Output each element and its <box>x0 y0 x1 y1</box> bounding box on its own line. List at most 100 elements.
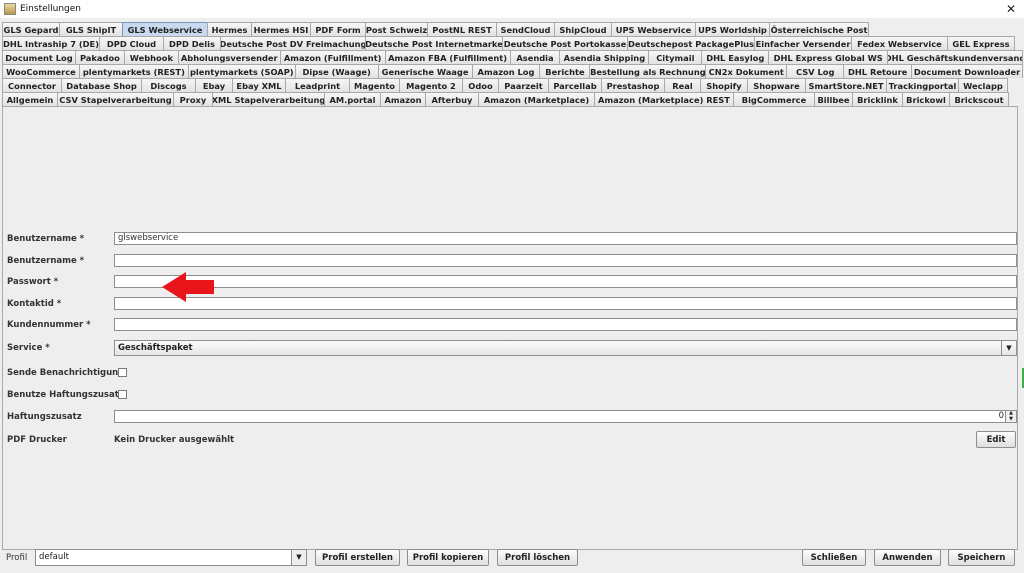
tab-amazon-marketplace-rest[interactable]: Amazon (Marketplace) REST <box>594 92 734 106</box>
tab-parcellab[interactable]: Parcellab <box>548 78 602 92</box>
tab-amazon-fba-fulfillment[interactable]: Amazon FBA (Fulfillment) <box>384 50 511 64</box>
benutzername-input-2[interactable] <box>114 254 1017 267</box>
schliessen-button[interactable]: Schließen <box>802 549 866 566</box>
tab-asendia[interactable]: Asendia <box>509 50 561 64</box>
tab-billbee[interactable]: Billbee <box>814 92 853 106</box>
tab-connector[interactable]: Connector <box>2 78 62 92</box>
chevron-down-icon[interactable]: ▼ <box>291 550 306 565</box>
tab-am-portal[interactable]: AM.portal <box>324 92 381 106</box>
tab-pakadoo[interactable]: Pakadoo <box>74 50 125 64</box>
tab-dpd-cloud[interactable]: DPD Cloud <box>99 36 164 50</box>
tab-dpd-delis[interactable]: DPD Delis <box>163 36 221 50</box>
tab-brickscout[interactable]: Brickscout <box>949 92 1009 106</box>
tab-berichte[interactable]: Berichte <box>539 64 591 78</box>
tab-amazon-marketplace[interactable]: Amazon (Marketplace) <box>478 92 595 106</box>
tab-dhl-easylog[interactable]: DHL Easylog <box>701 50 770 64</box>
tab-brickowl[interactable]: Brickowl <box>902 92 950 106</box>
tab-magento[interactable]: Magento <box>349 78 400 92</box>
kundennummer-input[interactable] <box>114 318 1017 331</box>
tab-csv-log[interactable]: CSV Log <box>786 64 845 78</box>
sende-benachrichtigung-checkbox[interactable] <box>118 368 127 377</box>
tab-woocommerce[interactable]: WooCommerce <box>2 64 80 78</box>
tab-bestellung-als-rechnung[interactable]: Bestellung als Rechnung <box>589 64 707 78</box>
tab-dhl-geschäftskundenversand[interactable]: DHL Geschäftskundenversand <box>887 50 1023 64</box>
chevron-down-icon[interactable]: ▼ <box>1006 416 1016 422</box>
tab-dhl-express-global-ws[interactable]: DHL Express Global WS <box>768 50 889 64</box>
profil-select[interactable]: default ▼ <box>35 549 307 566</box>
profil-loeschen-button[interactable]: Profil löschen <box>497 549 578 566</box>
tab-abholungsversender[interactable]: Abholungsversender <box>177 50 281 64</box>
edit-button[interactable]: Edit <box>976 431 1016 448</box>
tab-deutsche-post-internetmarke[interactable]: Deutsche Post Internetmarke <box>365 36 503 50</box>
speichern-button[interactable]: Speichern <box>948 549 1015 566</box>
haftungszusatz-checkbox[interactable] <box>118 390 127 399</box>
tab-plentymarkets-rest[interactable]: plentymarkets (REST) <box>78 64 189 78</box>
tab-fedex-webservice[interactable]: Fedex Webservice <box>851 36 948 50</box>
tab-odoo[interactable]: Odoo <box>462 78 499 92</box>
tab-xml-stapelverarbeitung[interactable]: XML Stapelverarbeitung <box>212 92 325 106</box>
tab-magento-2[interactable]: Magento 2 <box>399 78 463 92</box>
tab-leadprint[interactable]: Leadprint <box>285 78 350 92</box>
chevron-down-icon[interactable]: ▼ <box>1001 341 1016 355</box>
tab-dhl-intraship-7-de[interactable]: DHL Intraship 7 (DE) <box>2 36 100 50</box>
tab-document-downloader[interactable]: Document Downloader <box>911 64 1023 78</box>
tab-weclapp[interactable]: Weclapp <box>958 78 1008 92</box>
tab-discogs[interactable]: Discogs <box>141 78 196 92</box>
tab-ups-worldship[interactable]: UPS Worldship <box>695 22 770 36</box>
benutzername-input-1[interactable]: glswebservice <box>114 232 1017 245</box>
tab-database-shop[interactable]: Database Shop <box>61 78 142 92</box>
tab-allgemein[interactable]: Allgemein <box>2 92 58 106</box>
tab-ebay[interactable]: Ebay <box>195 78 233 92</box>
tab-amazon-fulfillment[interactable]: Amazon (Fulfillment) <box>279 50 386 64</box>
tab-hermes-hsi[interactable]: Hermes HSI <box>251 22 311 36</box>
tab-gls-shipit[interactable]: GLS ShipIT <box>59 22 123 36</box>
spinner-buttons[interactable]: ▲ ▼ <box>1005 411 1016 422</box>
tab-gel-express[interactable]: GEL Express <box>947 36 1015 50</box>
tab-pdf-form[interactable]: PDF Form <box>310 22 366 36</box>
tab-real[interactable]: Real <box>664 78 701 92</box>
tab-amazon-log[interactable]: Amazon Log <box>471 64 541 78</box>
service-select[interactable]: Geschäftspaket ▼ <box>114 340 1017 356</box>
tab-sendcloud[interactable]: SendCloud <box>496 22 555 36</box>
tab-dipse-waage[interactable]: Dipse (Waage) <box>294 64 379 78</box>
tab-hermes[interactable]: Hermes <box>207 22 252 36</box>
tab-citymail[interactable]: Citymail <box>648 50 703 64</box>
tab-deutsche-post-dv-freimachung[interactable]: Deutsche Post DV Freimachung <box>220 36 366 50</box>
tab-post-schweiz[interactable]: Post Schweiz <box>365 22 428 36</box>
tab-smartstore-net[interactable]: SmartStore.NET <box>805 78 887 92</box>
tab-gls-webservice[interactable]: GLS Webservice <box>122 22 208 36</box>
tab-webhook[interactable]: Webhook <box>123 50 179 64</box>
anwenden-button[interactable]: Anwenden <box>874 549 941 566</box>
passwort-input[interactable] <box>114 275 1017 288</box>
tab-generische-waage[interactable]: Generische Waage <box>377 64 473 78</box>
tab-shopify[interactable]: Shopify <box>700 78 748 92</box>
tab-deutschepost-packageplus[interactable]: Deutschepost PackagePlus <box>627 36 755 50</box>
tab-amazon[interactable]: Amazon <box>380 92 426 106</box>
tab-österreichische-post[interactable]: Österreichische Post <box>769 22 869 36</box>
tab-gls-gepard[interactable]: GLS Gepard <box>2 22 60 36</box>
tab-prestashop[interactable]: Prestashop <box>601 78 665 92</box>
tab-asendia-shipping[interactable]: Asendia Shipping <box>559 50 650 64</box>
close-icon[interactable]: ✕ <box>1006 2 1016 16</box>
profil-kopieren-button[interactable]: Profil kopieren <box>407 549 489 566</box>
tab-ups-webservice[interactable]: UPS Webservice <box>611 22 696 36</box>
tab-shipcloud[interactable]: ShipCloud <box>554 22 612 36</box>
tab-bigcommerce[interactable]: BigCommerce <box>733 92 815 106</box>
profil-erstellen-button[interactable]: Profil erstellen <box>315 549 400 566</box>
tab-cn2x-dokument[interactable]: CN2x Dokument <box>705 64 788 78</box>
tab-dhl-retoure[interactable]: DHL Retoure <box>843 64 913 78</box>
tab-deutsche-post-portokasse[interactable]: Deutsche Post Portokasse <box>502 36 628 50</box>
tab-document-log[interactable]: Document Log <box>2 50 76 64</box>
tab-csv-stapelverarbeitung[interactable]: CSV Stapelverarbeitung <box>57 92 174 106</box>
tab-proxy[interactable]: Proxy <box>173 92 213 106</box>
tab-postnl-rest[interactable]: PostNL REST <box>427 22 497 36</box>
tab-plentymarkets-soap[interactable]: plentymarkets (SOAP) <box>187 64 296 78</box>
tab-afterbuy[interactable]: Afterbuy <box>425 92 479 106</box>
tab-bricklink[interactable]: Bricklink <box>852 92 903 106</box>
tab-trackingportal[interactable]: Trackingportal <box>886 78 959 92</box>
haftungszusatz-spinner[interactable]: 0 ▲ ▼ <box>114 410 1017 423</box>
tab-shopware[interactable]: Shopware <box>747 78 806 92</box>
tab-ebay-xml[interactable]: Ebay XML <box>232 78 286 92</box>
tab-einfacher-versender[interactable]: Einfacher Versender <box>754 36 852 50</box>
kontaktid-input[interactable] <box>114 297 1017 310</box>
